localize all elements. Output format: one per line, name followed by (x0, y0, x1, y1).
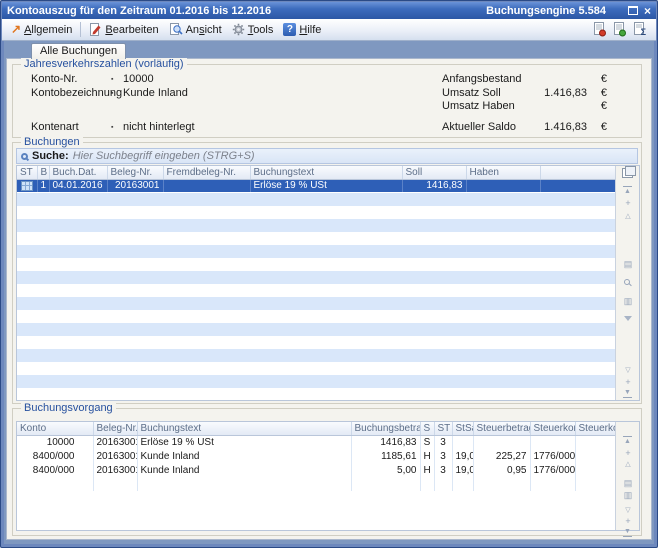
col-buchungstext[interactable]: Buchungstext (137, 422, 351, 435)
title-bar: Kontoauszug für den Zeitraum 01.2016 bis… (2, 2, 656, 19)
arrow-up-right-icon: ↗ (11, 24, 21, 35)
groupbox-title: Jahresverkehrszahlen (vorläufig) (21, 58, 187, 70)
col-buchdat[interactable]: Buch.Dat. (49, 166, 107, 179)
report-document-icon[interactable] (592, 22, 606, 37)
column-chooser-icon[interactable] (622, 168, 633, 178)
work-area: Alle Buchungen Jahresverkehrszahlen (vor… (4, 41, 654, 544)
vorgang-row[interactable]: 8400/000 20163001 Kunde Inland 5,00 H 3 … (17, 463, 615, 477)
scroll-first-icon[interactable]: ▲ (623, 186, 632, 196)
magnifier-page-icon (169, 23, 183, 36)
buchung-row-selected[interactable]: 1 04.01.2016 20163001 Erlöse 19 % USt 14… (17, 179, 615, 192)
page-down-icon[interactable]: ▽ (616, 366, 640, 375)
groupbox-jahresverkehrszahlen: Jahresverkehrszahlen (vorläufig) Konto-N… (12, 64, 642, 138)
card-view-icon[interactable]: ▤ (616, 478, 640, 488)
columns-view-icon[interactable]: ▥ (616, 490, 640, 500)
app-window: Kontoauszug für den Zeitraum 01.2016 bis… (0, 0, 658, 548)
engine-version-label: Buchungsengine 5.584 (486, 5, 606, 17)
gear-icon (232, 23, 245, 36)
columns-view-icon[interactable]: ▥ (616, 296, 640, 306)
col-belegnr[interactable]: Beleg-Nr. (107, 166, 163, 179)
scroll-last-icon[interactable]: ▼ (623, 527, 632, 537)
scroll-down-icon[interactable]: + (616, 516, 640, 526)
search-bar: Suche: (16, 148, 638, 164)
euro-sign: € (601, 87, 607, 99)
tab-alle-buchungen[interactable]: Alle Buchungen (31, 43, 126, 59)
zoom-icon[interactable] (624, 279, 630, 285)
help-icon: ? (283, 23, 296, 36)
menu-ansicht[interactable]: Ansicht (164, 21, 227, 38)
search-input[interactable] (73, 150, 633, 162)
euro-sign: € (601, 100, 607, 112)
vorgang-row[interactable]: 10000 20163001 Erlöse 19 % USt 1416,83 S… (17, 435, 615, 449)
col-belegnr[interactable]: Beleg-Nr. (93, 422, 137, 435)
col-haben[interactable]: Haben (466, 166, 540, 179)
col-empty[interactable] (540, 166, 615, 179)
col-buchungsbetrag[interactable]: Buchungsbetrag (351, 422, 420, 435)
menu-bar: ↗ Allgemein Bearbeiten Ansicht Tools ? H… (2, 19, 656, 41)
scroll-up-icon[interactable]: + (616, 198, 640, 208)
groupbox-title: Buchungen (21, 136, 83, 148)
euro-sign: € (601, 121, 607, 133)
col-steuerkonto1[interactable]: Steuerkonto 1 (530, 422, 575, 435)
card-view-icon[interactable]: ▤ (616, 259, 640, 269)
menu-hilfe[interactable]: ? Hilfe (278, 21, 326, 38)
col-soll[interactable]: Soll (402, 166, 466, 179)
field-kontobezeichnung: Kontobezeichnung▪Kunde Inland (31, 87, 188, 99)
col-buchungstext[interactable]: Buchungstext (250, 166, 402, 179)
calendar-grid-icon (21, 181, 33, 191)
groupbox-title: Buchungsvorgang (21, 402, 116, 414)
grid-header-row: ST B Buch.Dat. Beleg-Nr. Fremdbeleg-Nr. … (17, 166, 615, 179)
col-konto[interactable]: Konto (17, 422, 93, 435)
sum-document-icon[interactable]: Σ (632, 22, 646, 37)
search-icon (21, 153, 28, 160)
col-s[interactable]: S (420, 422, 434, 435)
vorgang-row[interactable]: 8400/000 20163001 Kunde Inland 1185,61 H… (17, 449, 615, 463)
field-konto-nr: Konto-Nr.▪10000 (31, 73, 154, 85)
col-fremdbelegnr[interactable]: Fremdbeleg-Nr. (163, 166, 250, 179)
window-title: Kontoauszug für den Zeitraum 01.2016 bis… (7, 5, 486, 17)
scroll-up-icon[interactable]: + (616, 448, 640, 458)
col-st[interactable]: ST (434, 422, 452, 435)
page-up-icon[interactable]: △ (616, 460, 640, 469)
buchungen-grid: ST B Buch.Dat. Beleg-Nr. Fremdbeleg-Nr. … (16, 165, 640, 401)
menu-tools[interactable]: Tools (227, 21, 279, 38)
filter-icon[interactable] (624, 316, 632, 321)
groupbox-buchungsvorgang: Buchungsvorgang Konto Beleg-Nr. B (12, 408, 642, 536)
field-anfangsbestand: Anfangsbestand€ (442, 73, 633, 85)
field-umsatz-haben: Umsatz Haben€ (442, 100, 633, 112)
scroll-last-icon[interactable]: ▼ (623, 388, 632, 398)
col-steuerkonto2[interactable]: Steuerkonto 2 (575, 422, 615, 435)
page-down-icon[interactable]: ▽ (616, 506, 640, 515)
close-icon[interactable]: × (644, 6, 651, 16)
page-up-icon[interactable]: △ (616, 212, 640, 221)
field-umsatz-soll: Umsatz Soll1.416,83€ (442, 87, 633, 99)
menu-bearbeiten[interactable]: Bearbeiten (84, 21, 163, 38)
sigma-glyph: Σ (641, 28, 646, 37)
export-document-icon[interactable] (612, 22, 626, 37)
col-steuerbetrag[interactable]: Steuerbetrag (473, 422, 530, 435)
col-stsatz[interactable]: StSatz (452, 422, 473, 435)
col-st[interactable]: ST (17, 166, 37, 179)
menu-separator (80, 22, 81, 37)
restore-icon[interactable] (628, 6, 638, 15)
tab-page: Jahresverkehrszahlen (vorläufig) Konto-N… (6, 58, 652, 540)
empty-rows-area (17, 477, 615, 491)
buchungsvorgang-grid: Konto Beleg-Nr. Buchungstext Buchungsbet… (16, 421, 640, 531)
groupbox-buchungen: Buchungen Suche: ST (12, 142, 642, 404)
menu-allgemein[interactable]: ↗ Allgemein (6, 22, 77, 38)
search-label: Suche: (32, 150, 69, 162)
scroll-down-icon[interactable]: + (616, 377, 640, 387)
field-kontenart: Kontenart▪nicht hinterlegt (31, 121, 195, 133)
euro-sign: € (601, 73, 607, 85)
field-aktueller-saldo: Aktueller Saldo1.416,83€ (442, 121, 633, 133)
grid-navigator-strip: ▲ + △ ▤ ▥ ▽ + ▼ (615, 166, 639, 400)
col-b[interactable]: B (37, 166, 49, 179)
edit-page-icon (89, 23, 102, 36)
empty-rows-area (17, 193, 615, 400)
scroll-first-icon[interactable]: ▲ (623, 436, 632, 446)
grid-navigator-strip: ▲ + △ ▤ ▥ ▽ + ▼ (615, 422, 639, 530)
grid-header-row: Konto Beleg-Nr. Buchungstext Buchungsbet… (17, 422, 615, 435)
